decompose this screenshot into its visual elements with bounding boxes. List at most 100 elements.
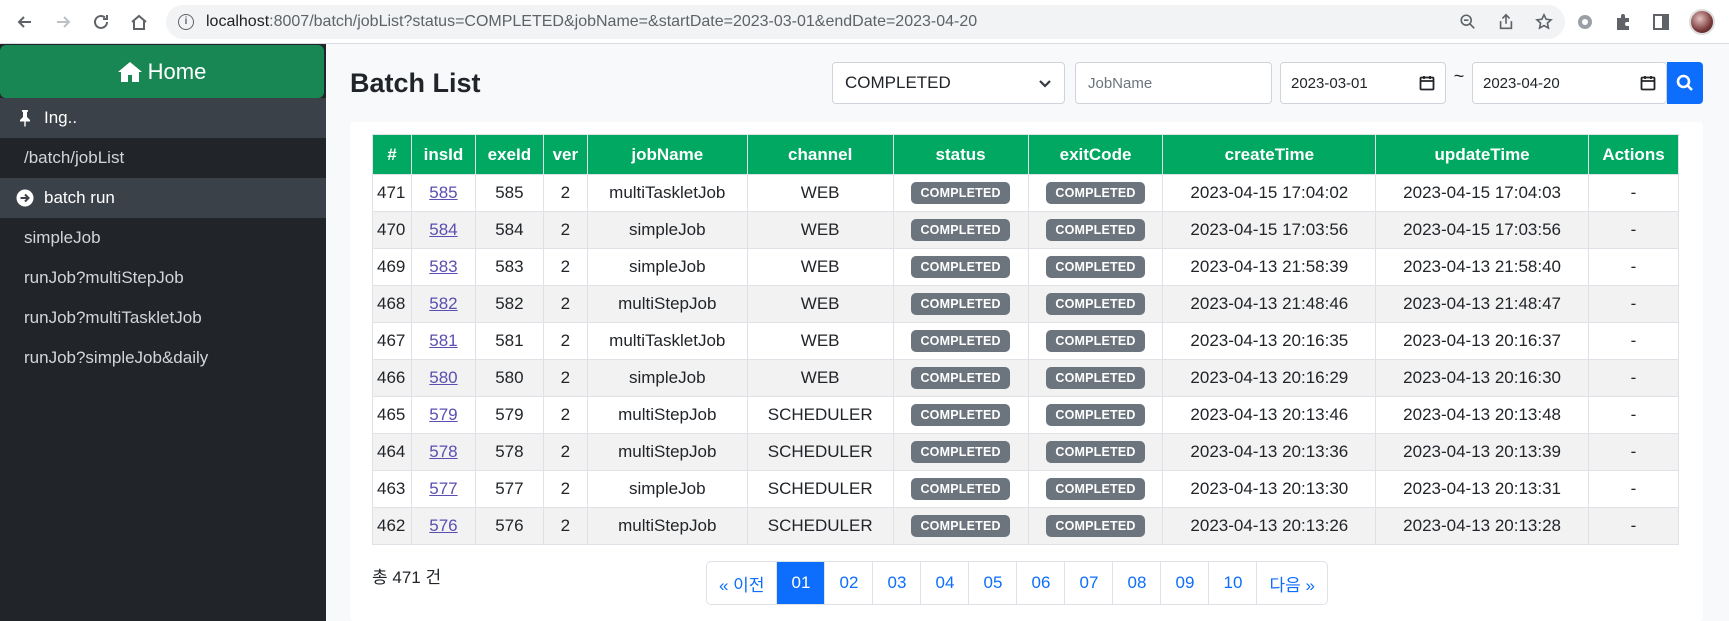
instance-id-link[interactable]: 582 <box>429 294 457 313</box>
bookmark-star-icon[interactable] <box>1535 12 1553 31</box>
status-cell: COMPLETED <box>892 470 1029 508</box>
status-cell: COMPLETED <box>892 174 1029 212</box>
update-time-cell: 2023-04-13 20:13:39 <box>1375 433 1589 471</box>
exit-code-badge: COMPLETED <box>1046 478 1145 500</box>
status-badge: COMPLETED <box>911 256 1010 278</box>
extension-gear-icon[interactable] <box>1575 12 1595 32</box>
sidebar-item-label: runJob?multiTaskletJob <box>24 308 202 327</box>
calendar-icon[interactable] <box>1419 75 1435 91</box>
column-header[interactable]: jobName <box>586 134 748 175</box>
column-header[interactable]: # <box>372 134 412 175</box>
status-cell: COMPLETED <box>892 359 1029 397</box>
channel-cell: WEB <box>746 359 894 397</box>
job-name-input[interactable] <box>1075 62 1272 104</box>
exit-code-badge: COMPLETED <box>1046 330 1145 352</box>
pagination-page[interactable]: 06 <box>1016 562 1064 604</box>
column-header[interactable]: status <box>892 134 1029 175</box>
pagination-prev[interactable]: « 이전 <box>707 562 776 604</box>
update-time-cell: 2023-04-13 20:16:37 <box>1375 322 1589 360</box>
extensions-puzzle-icon[interactable] <box>1613 12 1633 32</box>
column-header[interactable]: createTime <box>1162 134 1377 175</box>
pagination-page[interactable]: 01 <box>776 562 825 604</box>
instance-id-link[interactable]: 585 <box>429 183 457 202</box>
end-date-input[interactable]: 2023-04-20 <box>1472 62 1667 104</box>
instance-id-link[interactable]: 583 <box>429 257 457 276</box>
filter-bar: COMPLETED 2023-03-01 ~ 2023-04-20 <box>832 62 1703 104</box>
profile-avatar[interactable] <box>1689 8 1715 35</box>
instance-id-link[interactable]: 584 <box>429 220 457 239</box>
share-icon[interactable] <box>1497 13 1515 31</box>
address-bar[interactable]: i localhost:8007/batch/jobList?status=CO… <box>166 4 1565 39</box>
job-table: # insId exeId ver jobName channel status… <box>372 134 1680 545</box>
column-header[interactable]: ver <box>542 134 588 175</box>
pagination-page[interactable]: 08 <box>1112 562 1160 604</box>
channel-cell: WEB <box>746 211 894 249</box>
instance-id-cell: 579 <box>410 396 476 434</box>
instance-id-cell: 584 <box>410 211 476 249</box>
column-header[interactable]: channel <box>746 134 894 175</box>
calendar-icon[interactable] <box>1640 75 1656 91</box>
instance-id-cell: 576 <box>410 507 476 545</box>
reload-button[interactable] <box>84 5 118 39</box>
pagination-page[interactable]: 05 <box>968 562 1016 604</box>
row-number-cell: 465 <box>372 396 412 434</box>
column-header[interactable]: exitCode <box>1027 134 1164 175</box>
pagination-page[interactable]: 10 <box>1208 562 1256 604</box>
home-browser-button[interactable] <box>122 5 156 39</box>
status-badge: COMPLETED <box>911 330 1010 352</box>
exit-code-badge: COMPLETED <box>1046 367 1145 389</box>
status-select[interactable]: COMPLETED <box>832 62 1065 104</box>
start-date-input[interactable]: 2023-03-01 <box>1280 62 1446 104</box>
instance-id-cell: 585 <box>410 174 476 212</box>
sidebar-item-joblist[interactable]: /batch/jobList <box>0 138 326 178</box>
execution-id-cell: 580 <box>474 359 544 397</box>
pagination-page[interactable]: 04 <box>920 562 968 604</box>
status-badge: COMPLETED <box>911 478 1010 500</box>
column-header[interactable]: exeId <box>474 134 544 175</box>
sidebar-group-ing-label: Ing.. <box>44 108 78 127</box>
status-cell: COMPLETED <box>892 322 1029 360</box>
column-header[interactable]: Actions <box>1587 134 1680 175</box>
instance-id-cell: 578 <box>410 433 476 471</box>
instance-id-link[interactable]: 577 <box>429 479 457 498</box>
instance-id-link[interactable]: 578 <box>429 442 457 461</box>
channel-cell: WEB <box>746 322 894 360</box>
execution-id-cell: 579 <box>474 396 544 434</box>
channel-cell: SCHEDULER <box>746 433 894 471</box>
home-button[interactable]: Home <box>0 45 324 98</box>
status-badge: COMPLETED <box>911 293 1010 315</box>
instance-id-link[interactable]: 581 <box>429 331 457 350</box>
sidebar-item-simplejob[interactable]: simpleJob <box>0 218 326 258</box>
table-row: 465 579 579 2 multiStepJob SCHEDULER COMPLETED… <box>372 396 1680 434</box>
pagination-page[interactable]: 02 <box>824 562 872 604</box>
pagination-page[interactable]: 03 <box>872 562 920 604</box>
table-row: 462 576 576 2 multiStepJob SCHEDULER COMPLETED… <box>372 507 1680 545</box>
exit-code-badge: COMPLETED <box>1046 256 1145 278</box>
sidebar-group-ing[interactable]: Ing.. <box>0 98 326 138</box>
sidebar-group-batch-run[interactable]: batch run <box>0 178 326 218</box>
back-button[interactable] <box>8 5 42 39</box>
sidebar-item-simplejob-daily[interactable]: runJob?simpleJob&daily <box>0 338 326 378</box>
update-time-cell: 2023-04-13 20:13:31 <box>1375 470 1589 508</box>
pagination-page[interactable]: 07 <box>1064 562 1112 604</box>
side-panel-icon[interactable] <box>1651 12 1671 32</box>
instance-id-link[interactable]: 580 <box>429 368 457 387</box>
actions-cell: - <box>1587 322 1680 360</box>
pushpin-icon <box>20 110 30 127</box>
instance-id-link[interactable]: 579 <box>429 405 457 424</box>
zoom-icon[interactable] <box>1459 13 1477 31</box>
sidebar-group-run-label: batch run <box>44 188 115 207</box>
pagination-next[interactable]: 다음 » <box>1256 562 1326 604</box>
sidebar-item-multistepjob[interactable]: runJob?multiStepJob <box>0 258 326 298</box>
exit-code-badge: COMPLETED <box>1046 441 1145 463</box>
column-header[interactable]: updateTime <box>1375 134 1589 175</box>
forward-button[interactable] <box>46 5 80 39</box>
instance-id-link[interactable]: 576 <box>429 516 457 535</box>
info-icon[interactable]: i <box>178 13 194 30</box>
column-header[interactable]: insId <box>410 134 476 175</box>
pagination-page[interactable]: 09 <box>1160 562 1208 604</box>
url-text[interactable]: localhost:8007/batch/jobList?status=COMP… <box>206 13 1449 31</box>
job-name-cell: simpleJob <box>586 359 748 397</box>
search-button[interactable] <box>1667 62 1703 104</box>
sidebar-item-multitaskletjob[interactable]: runJob?multiTaskletJob <box>0 298 326 338</box>
